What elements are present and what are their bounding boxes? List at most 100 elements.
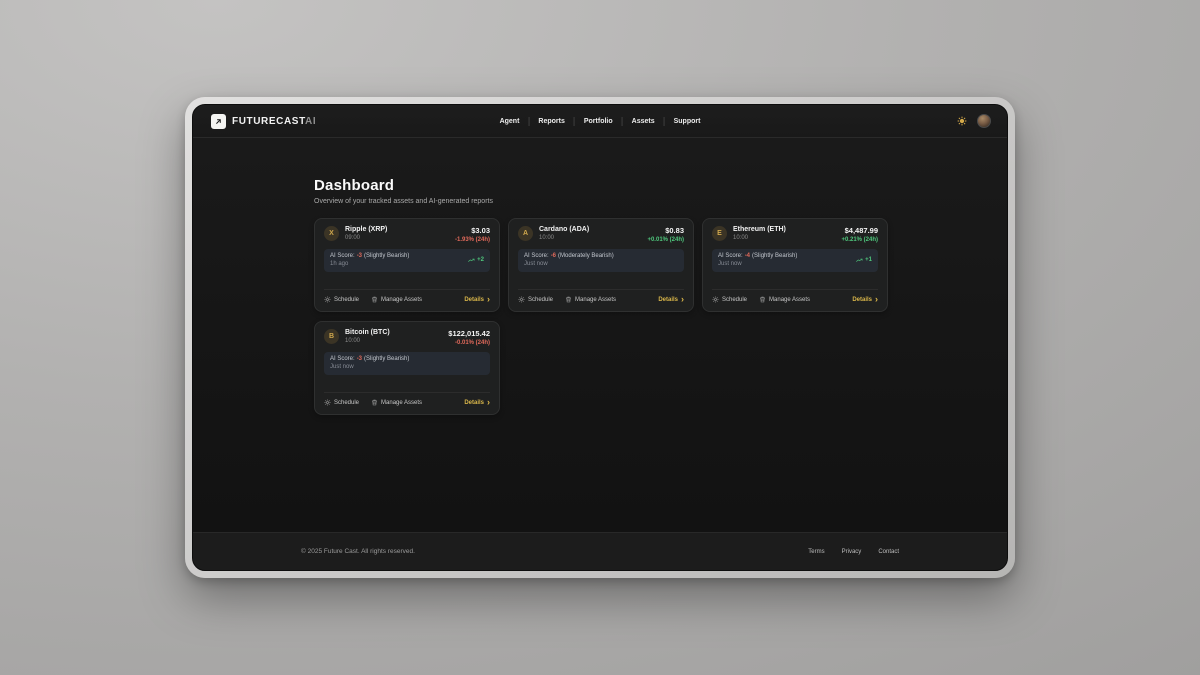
nav-divider bbox=[664, 117, 665, 126]
card-header: A Cardano (ADA) 10:00 $0.83 +0.01% (24h) bbox=[518, 226, 684, 243]
asset-card-ripple: X Ripple (XRP) 09:00 $3.03 -1.93% (24h) bbox=[314, 218, 500, 312]
asset-price: $3.03 bbox=[455, 226, 490, 235]
brand-logo[interactable]: FUTURECASTAI bbox=[211, 114, 316, 129]
asset-initial-badge: E bbox=[712, 226, 727, 241]
asset-time: 10:00 bbox=[733, 235, 786, 241]
chevron-right-icon: › bbox=[875, 297, 878, 302]
card-actions: Schedule Manage Assets Details› bbox=[712, 289, 878, 303]
schedule-button[interactable]: Schedule bbox=[712, 296, 747, 303]
main-nav: Agent Reports Portfolio Assets Support bbox=[500, 105, 701, 137]
ai-sentiment: (Slightly Bearish) bbox=[364, 356, 409, 362]
gear-icon bbox=[518, 296, 525, 303]
app-window: FUTURECASTAI Agent Reports Portfolio Ass… bbox=[185, 97, 1015, 578]
asset-card-cardano: A Cardano (ADA) 10:00 $0.83 +0.01% (24h) bbox=[508, 218, 694, 312]
ai-score-label: AI Score: bbox=[524, 253, 549, 259]
header-actions bbox=[957, 114, 991, 128]
details-button[interactable]: Details› bbox=[464, 297, 490, 303]
asset-initial-badge: A bbox=[518, 226, 533, 241]
schedule-button[interactable]: Schedule bbox=[324, 399, 359, 406]
trash-icon bbox=[759, 296, 766, 303]
page-title: Dashboard bbox=[314, 177, 1007, 194]
main-content: Dashboard Overview of your tracked asset… bbox=[193, 138, 1007, 532]
asset-price: $122,015.42 bbox=[448, 329, 490, 338]
ai-updated: Just now bbox=[524, 261, 614, 267]
asset-change: +0.01% (24h) bbox=[647, 237, 684, 243]
nav-item-agent[interactable]: Agent bbox=[500, 118, 520, 125]
nav-item-assets[interactable]: Assets bbox=[632, 118, 655, 125]
asset-name: Ethereum (ETH) bbox=[733, 226, 786, 233]
card-header: B Bitcoin (BTC) 10:00 $122,015.42 -0.01%… bbox=[324, 329, 490, 346]
manage-assets-button[interactable]: Manage Assets bbox=[565, 296, 616, 303]
trend-badge: +2 bbox=[468, 257, 484, 264]
card-actions: Schedule Manage Assets Details› bbox=[518, 289, 684, 303]
manage-assets-button[interactable]: Manage Assets bbox=[371, 399, 422, 406]
asset-initial-badge: B bbox=[324, 329, 339, 344]
trash-icon bbox=[565, 296, 572, 303]
asset-card-ethereum: E Ethereum (ETH) 10:00 $4,487.99 +0.21% … bbox=[702, 218, 888, 312]
app-footer: © 2025 Future Cast. All rights reserved.… bbox=[193, 532, 1007, 570]
chevron-right-icon: › bbox=[681, 297, 684, 302]
manage-assets-button[interactable]: Manage Assets bbox=[371, 296, 422, 303]
nav-divider bbox=[528, 117, 529, 126]
chevron-right-icon: › bbox=[487, 400, 490, 405]
ai-score-value: -3 bbox=[357, 356, 362, 362]
ai-score-value: -4 bbox=[745, 253, 750, 259]
ai-score-panel: AI Score:-4(Slightly Bearish) Just now +… bbox=[712, 249, 878, 272]
nav-divider bbox=[574, 117, 575, 126]
nav-item-portfolio[interactable]: Portfolio bbox=[584, 118, 613, 125]
page-subtitle: Overview of your tracked assets and AI-g… bbox=[314, 198, 1007, 205]
footer-link-privacy[interactable]: Privacy bbox=[842, 549, 862, 555]
trash-icon bbox=[371, 296, 378, 303]
user-avatar[interactable] bbox=[977, 114, 991, 128]
theme-toggle-sun-icon[interactable] bbox=[957, 116, 967, 126]
details-button[interactable]: Details› bbox=[852, 297, 878, 303]
ai-score-label: AI Score: bbox=[330, 253, 355, 259]
app-screen: FUTURECASTAI Agent Reports Portfolio Ass… bbox=[192, 104, 1008, 571]
asset-card-bitcoin: B Bitcoin (BTC) 10:00 $122,015.42 -0.01%… bbox=[314, 321, 500, 415]
card-actions: Schedule Manage Assets Details› bbox=[324, 289, 490, 303]
chevron-right-icon: › bbox=[487, 297, 490, 302]
gear-icon bbox=[712, 296, 719, 303]
ai-updated: Just now bbox=[718, 261, 797, 267]
asset-cards-grid: X Ripple (XRP) 09:00 $3.03 -1.93% (24h) bbox=[314, 218, 1007, 415]
footer-links: Terms Privacy Contact bbox=[808, 549, 899, 555]
ai-score-label: AI Score: bbox=[718, 253, 743, 259]
ai-sentiment: (Moderately Bearish) bbox=[558, 253, 614, 259]
ai-updated: 1h ago bbox=[330, 261, 409, 267]
nav-item-reports[interactable]: Reports bbox=[538, 118, 564, 125]
card-header: X Ripple (XRP) 09:00 $3.03 -1.93% (24h) bbox=[324, 226, 490, 243]
asset-initial-badge: X bbox=[324, 226, 339, 241]
trash-icon bbox=[371, 399, 378, 406]
asset-name: Ripple (XRP) bbox=[345, 226, 387, 233]
asset-price: $4,487.99 bbox=[841, 226, 878, 235]
details-button[interactable]: Details› bbox=[658, 297, 684, 303]
ai-score-panel: AI Score:-3(Slightly Bearish) Just now bbox=[324, 352, 490, 375]
brand-name: FUTURECASTAI bbox=[232, 116, 316, 127]
asset-price: $0.83 bbox=[647, 226, 684, 235]
footer-link-terms[interactable]: Terms bbox=[808, 549, 824, 555]
desktop-background: FUTURECASTAI Agent Reports Portfolio Ass… bbox=[0, 0, 1200, 675]
asset-change: -1.93% (24h) bbox=[455, 237, 490, 243]
schedule-button[interactable]: Schedule bbox=[324, 296, 359, 303]
ai-score-value: -3 bbox=[357, 253, 362, 259]
ai-score-value: -6 bbox=[551, 253, 556, 259]
ai-score-panel: AI Score:-3(Slightly Bearish) 1h ago +2 bbox=[324, 249, 490, 272]
trend-badge: +1 bbox=[856, 257, 872, 264]
asset-change: -0.01% (24h) bbox=[448, 340, 490, 346]
copyright: © 2025 Future Cast. All rights reserved. bbox=[301, 548, 415, 555]
arrow-up-right-logo-icon bbox=[211, 114, 226, 129]
gear-icon bbox=[324, 399, 331, 406]
nav-item-support[interactable]: Support bbox=[674, 118, 701, 125]
manage-assets-button[interactable]: Manage Assets bbox=[759, 296, 810, 303]
app-header: FUTURECASTAI Agent Reports Portfolio Ass… bbox=[193, 105, 1007, 138]
asset-name: Bitcoin (BTC) bbox=[345, 329, 390, 336]
details-button[interactable]: Details› bbox=[464, 400, 490, 406]
footer-link-contact[interactable]: Contact bbox=[878, 549, 899, 555]
ai-score-label: AI Score: bbox=[330, 356, 355, 362]
schedule-button[interactable]: Schedule bbox=[518, 296, 553, 303]
nav-divider bbox=[622, 117, 623, 126]
asset-time: 10:00 bbox=[345, 338, 390, 344]
trend-up-icon bbox=[468, 257, 475, 264]
asset-time: 10:00 bbox=[539, 235, 589, 241]
ai-score-panel: AI Score:-6(Moderately Bearish) Just now bbox=[518, 249, 684, 272]
